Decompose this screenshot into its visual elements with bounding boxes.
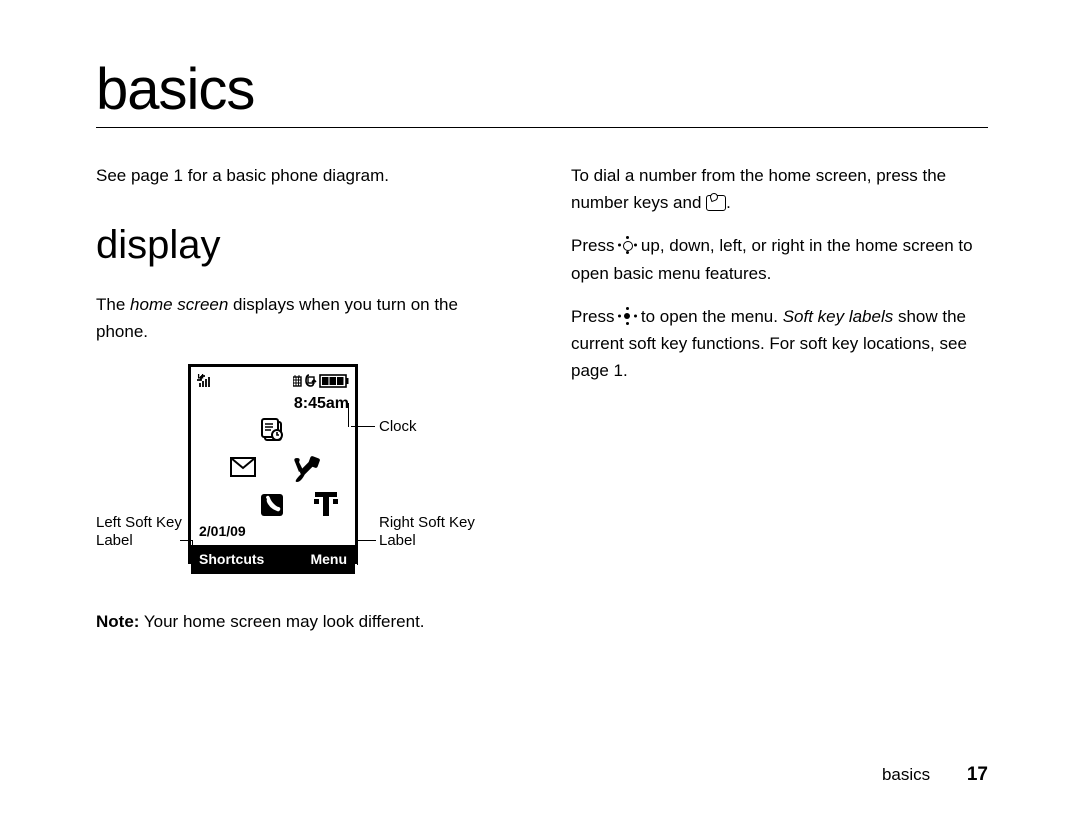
- phone-screen: 8:45am: [188, 364, 358, 564]
- intro-paragraph: See page 1 for a basic phone diagram.: [96, 162, 513, 189]
- text: Label: [96, 532, 133, 549]
- footer-section: basics: [882, 765, 930, 784]
- note-label: Note:: [96, 612, 139, 631]
- page-footer: basics 17: [882, 764, 988, 786]
- text: to open the menu.: [636, 307, 783, 326]
- text: Press: [571, 307, 619, 326]
- tools-icon: [291, 456, 321, 482]
- center-key-paragraph: Press to open the menu. Soft key labels …: [571, 303, 988, 385]
- note-paragraph: Note: Your home screen may look differen…: [96, 608, 513, 635]
- page-number: 17: [967, 764, 988, 785]
- softkey-bar: Shortcuts Menu: [191, 545, 355, 574]
- text: Your home screen may look different.: [139, 612, 424, 631]
- callout-line: [351, 426, 375, 427]
- status-bar: [191, 367, 355, 391]
- callout-clock: Clock: [379, 418, 417, 437]
- chapter-title: basics: [96, 56, 988, 123]
- text: Left Soft Key: [96, 514, 182, 531]
- home-screen-paragraph: The home screen displays when you turn o…: [96, 291, 513, 345]
- recent-calls-icon: [259, 418, 289, 444]
- title-rule: [96, 127, 988, 128]
- messages-icon: [229, 456, 259, 482]
- home-icons-grid: [191, 418, 355, 518]
- callout-line: [348, 403, 349, 427]
- send-key-icon: [706, 195, 726, 211]
- callout-left-softkey: Left Soft Key Label: [96, 514, 182, 552]
- text: .: [726, 193, 731, 212]
- phone-home-screen-diagram: 8:45am: [96, 364, 513, 584]
- right-softkey-label: Menu: [310, 548, 347, 570]
- text: Label: [379, 532, 416, 549]
- center-key-icon: [619, 308, 636, 325]
- right-column: To dial a number from the home screen, p…: [571, 162, 988, 651]
- soft-key-labels-term: Soft key labels: [783, 307, 894, 326]
- tmobile-icon: [313, 490, 343, 516]
- date-display: 2/01/09: [191, 518, 355, 544]
- status-right-icons: [293, 374, 349, 388]
- text: The: [96, 295, 130, 314]
- clock-display: 8:45am: [191, 391, 355, 419]
- text: Right Soft Key: [379, 514, 475, 531]
- nav-key-icon: [619, 237, 636, 254]
- signal-icon: [197, 374, 215, 388]
- two-column-layout: See page 1 for a basic phone diagram. di…: [96, 162, 988, 651]
- left-column: See page 1 for a basic phone diagram. di…: [96, 162, 513, 651]
- dial-paragraph: To dial a number from the home screen, p…: [571, 162, 988, 216]
- home-screen-term: home screen: [130, 295, 228, 314]
- section-title-display: display: [96, 213, 513, 277]
- nav-paragraph: Press up, down, left, or right in the ho…: [571, 232, 988, 286]
- text: To dial a number from the home screen, p…: [571, 166, 946, 212]
- left-softkey-label: Shortcuts: [199, 548, 264, 570]
- text: Press: [571, 236, 619, 255]
- callout-right-softkey: Right Soft Key Label: [379, 514, 475, 552]
- callout-line: [357, 540, 376, 565]
- phonebook-icon: [259, 492, 289, 518]
- callout-line: [180, 540, 193, 565]
